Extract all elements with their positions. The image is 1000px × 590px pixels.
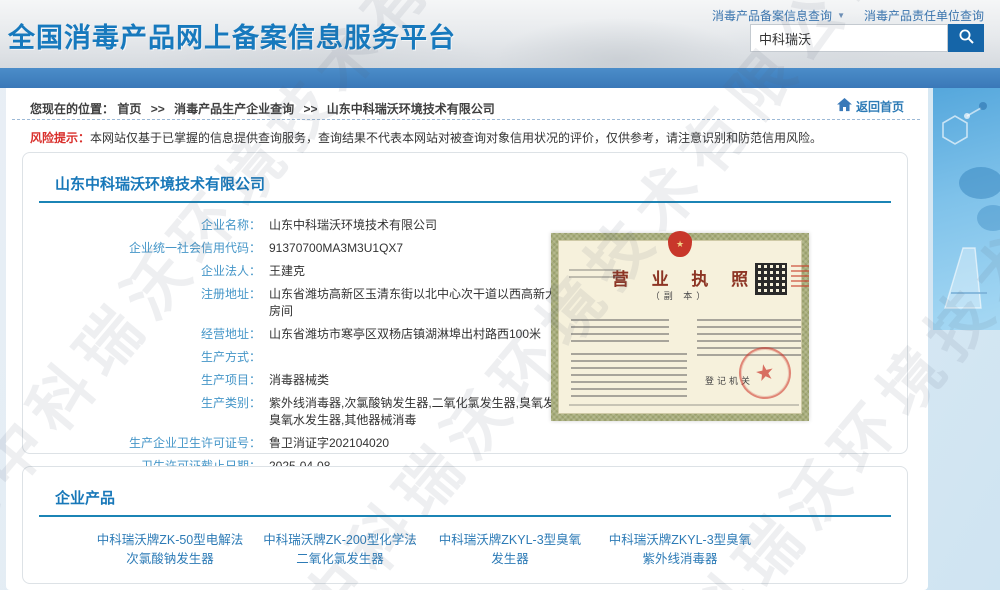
- company-fields: 企业名称： 山东中科瑞沃环境技术有限公司 企业统一社会信用代码： 9137070…: [53, 217, 601, 481]
- field-row-legal-person: 企业法人： 王建克: [53, 263, 601, 280]
- field-row-production-category: 生产类别： 紫外线消毒器,次氯酸钠发生器,二氧化氯发生器,臭氧发生器、臭氧水发生…: [53, 395, 601, 429]
- section-divider: [39, 515, 891, 517]
- license-fine-print: [569, 269, 621, 281]
- field-label: 企业法人：: [53, 263, 261, 280]
- company-name-heading: 山东中科瑞沃环境技术有限公司: [55, 173, 265, 194]
- field-label: 生产项目：: [53, 372, 261, 389]
- license-fine-print: [569, 404, 799, 409]
- license-fine-print: [571, 353, 687, 401]
- breadcrumb-current-page: 山东中科瑞沃环境技术有限公司: [327, 102, 495, 116]
- field-label: 生产类别：: [53, 395, 261, 429]
- field-row-hygiene-license-no: 生产企业卫生许可证号： 鲁卫消证字202104020: [53, 435, 601, 452]
- risk-notice: 风险提示：本网站仅基于已掌握的信息提供查询服务，查询结果不代表本网站对被查询对象…: [30, 130, 890, 147]
- breadcrumb-enterprise-query-link[interactable]: 消毒产品生产企业查询: [174, 102, 294, 116]
- field-value: 山东省潍坊市寒亭区双杨店镇湖淋埠出村路西100米: [261, 326, 601, 343]
- field-value: 紫外线消毒器,次氯酸钠发生器,二氧化氯发生器,臭氧发生器、臭氧水发生器,其他器械…: [261, 395, 601, 429]
- risk-notice-label: 风险提示：: [30, 131, 90, 145]
- field-row-business-address: 经营地址： 山东省潍坊市寒亭区双杨店镇湖淋埠出村路西100米: [53, 326, 601, 343]
- field-label: 企业名称：: [53, 217, 261, 234]
- back-home-link[interactable]: 返回首页: [837, 98, 904, 115]
- field-label: 注册地址：: [53, 286, 261, 320]
- search-input[interactable]: [750, 24, 948, 52]
- nav-responsible-unit-query[interactable]: 消毒产品责任单位查询: [864, 7, 984, 24]
- search-bar: [750, 24, 984, 52]
- product-link-zkyl3-uv[interactable]: 中科瑞沃牌ZKYL-3型臭氧紫外线消毒器: [603, 531, 757, 570]
- breadcrumb-separator: >>: [151, 102, 165, 116]
- chevron-down-icon: ▼: [837, 11, 845, 20]
- field-value: 山东中科瑞沃环境技术有限公司: [261, 217, 601, 234]
- company-info-card: 山东中科瑞沃环境技术有限公司 企业名称： 山东中科瑞沃环境技术有限公司 企业统一…: [22, 152, 908, 454]
- field-value: 消毒器械类: [261, 372, 601, 389]
- business-license-inner: 营 业 执 照 （副 本） 登记机关: [558, 240, 802, 414]
- field-label: 企业统一社会信用代码：: [53, 240, 261, 257]
- blue-divider-bar: [0, 68, 1000, 88]
- field-value: [261, 349, 601, 366]
- home-icon: [837, 98, 852, 115]
- field-label: 经营地址：: [53, 326, 261, 343]
- risk-notice-text: 本网站仅基于已掌握的信息提供查询服务，查询结果不代表本网站对被查询对象信用状况的…: [90, 131, 822, 145]
- field-row-production-project: 生产项目： 消毒器械类: [53, 372, 601, 389]
- site-banner: 全国消毒产品网上备案信息服务平台 消毒产品备案信息查询 ▼ 消毒产品责任单位查询: [0, 0, 1000, 68]
- products-card: 企业产品 中科瑞沃牌ZK-50型电解法次氯酸钠发生器 中科瑞沃牌ZK-200型化…: [22, 466, 908, 584]
- product-link-zk200[interactable]: 中科瑞沃牌ZK-200型化学法二氧化氯发生器: [263, 531, 417, 570]
- field-label: 生产企业卫生许可证号：: [53, 435, 261, 452]
- section-divider: [39, 201, 891, 203]
- field-row-registered-address: 注册地址： 山东省潍坊高新区玉清东街以北中心次干道以西高新大厦502房间: [53, 286, 601, 320]
- breadcrumb-home-link[interactable]: 首页: [117, 102, 141, 116]
- field-value: 91370700MA3M3U1QX7: [261, 240, 601, 257]
- license-fine-print: [571, 319, 669, 345]
- field-value: 鲁卫消证字202104020: [261, 435, 601, 452]
- breadcrumb-separator: >>: [303, 102, 317, 116]
- breadcrumb-prefix: 您现在的位置：: [30, 102, 114, 116]
- nav-filing-info-query[interactable]: 消毒产品备案信息查询: [712, 7, 832, 24]
- breadcrumb: 您现在的位置： 首页 >> 消毒产品生产企业查询 >> 山东中科瑞沃环境技术有限…: [30, 100, 495, 117]
- national-emblem-icon: [668, 231, 692, 257]
- breadcrumb-divider: [12, 119, 920, 120]
- site-title: 全国消毒产品网上备案信息服务平台: [8, 16, 456, 55]
- qr-code: [755, 263, 787, 295]
- product-link-zk50[interactable]: 中科瑞沃牌ZK-50型电解法次氯酸钠发生器: [93, 531, 247, 570]
- back-home-label: 返回首页: [856, 98, 904, 115]
- business-license-image: 营 业 执 照 （副 本） 登记机关: [551, 233, 809, 421]
- product-link-zkyl3-ozone[interactable]: 中科瑞沃牌ZKYL-3型臭氧发生器: [433, 531, 587, 570]
- field-label: 生产方式：: [53, 349, 261, 366]
- field-row-company-name: 企业名称： 山东中科瑞沃环境技术有限公司: [53, 217, 601, 234]
- search-button[interactable]: [948, 24, 984, 52]
- page: 全国消毒产品网上备案信息服务平台 消毒产品备案信息查询 ▼ 消毒产品责任单位查询: [0, 0, 1000, 590]
- molecule-flask-illustration: [933, 88, 1000, 330]
- field-value: 王建克: [261, 263, 601, 280]
- field-value: 山东省潍坊高新区玉清东街以北中心次干道以西高新大厦502房间: [261, 286, 601, 320]
- top-nav: 消毒产品备案信息查询 ▼ 消毒产品责任单位查询: [712, 7, 984, 24]
- products-heading: 企业产品: [55, 487, 115, 508]
- field-row-production-mode: 生产方式：: [53, 349, 601, 366]
- field-row-credit-code: 企业统一社会信用代码： 91370700MA3M3U1QX7: [53, 240, 601, 257]
- search-icon: [958, 28, 975, 48]
- chemistry-art: [933, 88, 1000, 330]
- product-list: 中科瑞沃牌ZK-50型电解法次氯酸钠发生器 中科瑞沃牌ZK-200型化学法二氧化…: [93, 531, 757, 570]
